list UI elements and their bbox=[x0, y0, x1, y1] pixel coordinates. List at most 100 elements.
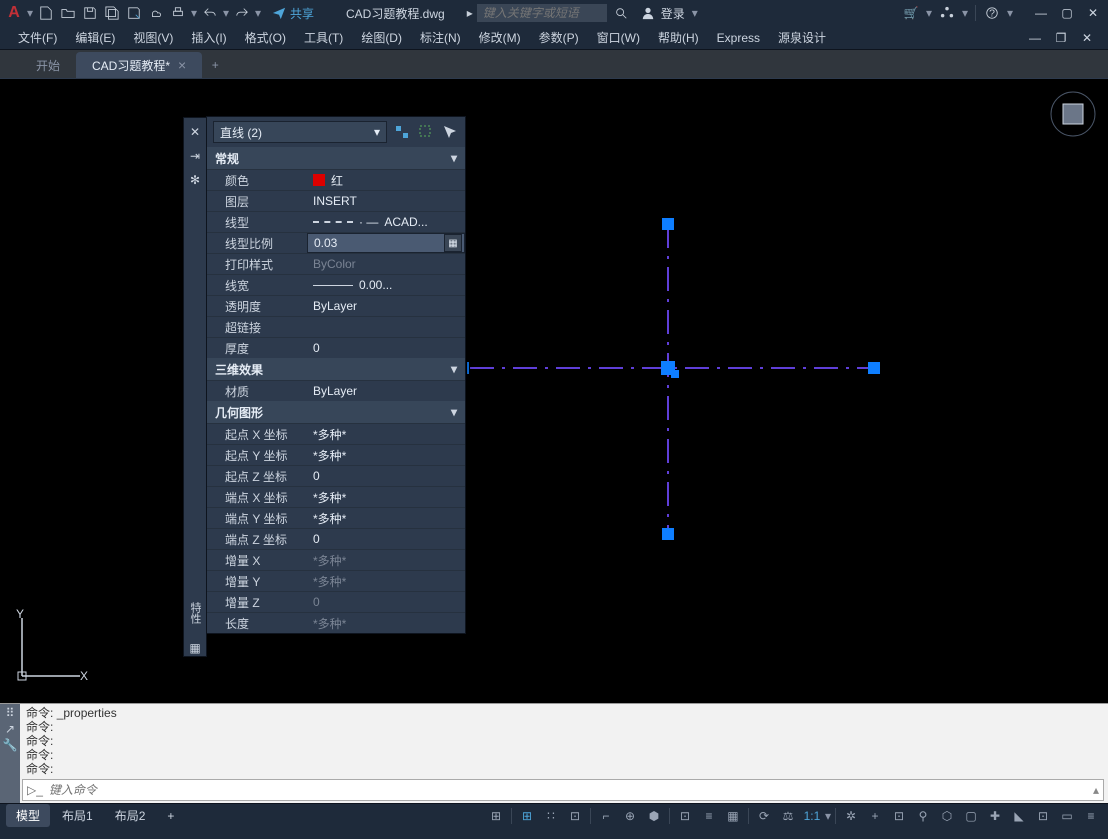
undo-icon[interactable] bbox=[200, 3, 220, 23]
open-icon[interactable] bbox=[58, 3, 78, 23]
model-paper-toggle[interactable]: ⊞ bbox=[485, 806, 507, 826]
doc-minimize-button[interactable]: — bbox=[1024, 29, 1046, 47]
annoscale-icon[interactable]: ⚖ bbox=[777, 806, 799, 826]
undo-dropdown[interactable]: ▾ bbox=[222, 3, 230, 23]
grid-icon[interactable]: ⊞ bbox=[516, 806, 538, 826]
polar-icon[interactable]: ⊕ bbox=[619, 806, 641, 826]
print-dropdown[interactable]: ▾ bbox=[190, 3, 198, 23]
iso-clean-icon[interactable]: ◣ bbox=[1008, 806, 1030, 826]
menu-file[interactable]: 文件(F) bbox=[10, 26, 65, 49]
cmd-settings-icon[interactable]: 🔧 bbox=[3, 738, 18, 752]
panel-calc-icon[interactable]: ▦ bbox=[187, 640, 203, 656]
close-button[interactable]: ✕ bbox=[1082, 4, 1104, 22]
menu-tools[interactable]: 工具(T) bbox=[296, 26, 351, 49]
print-icon[interactable] bbox=[168, 3, 188, 23]
prop-material[interactable]: ByLayer bbox=[307, 381, 465, 401]
app-menu-dropdown[interactable]: ▾ bbox=[26, 3, 34, 23]
saveall-icon[interactable] bbox=[102, 3, 122, 23]
gear-icon[interactable]: ✲ bbox=[840, 806, 862, 826]
cmd-expand-icon[interactable]: ▴ bbox=[1093, 783, 1099, 797]
menu-draw[interactable]: 绘图(D) bbox=[353, 26, 410, 49]
cycling-icon[interactable]: ⟳ bbox=[753, 806, 775, 826]
section-geometry[interactable]: 几何图形▾ bbox=[207, 401, 465, 423]
tab-close-icon[interactable]: × bbox=[178, 57, 186, 73]
panel-close-icon[interactable]: ✕ bbox=[187, 124, 203, 140]
tab-layout1[interactable]: 布局1 bbox=[52, 804, 103, 827]
prop-transparency[interactable]: ByLayer bbox=[307, 296, 465, 316]
panel-menu-icon[interactable]: ✻ bbox=[187, 172, 203, 188]
grip-endpoint[interactable] bbox=[662, 218, 674, 230]
infer-icon[interactable]: ⊡ bbox=[564, 806, 586, 826]
doc-restore-button[interactable]: ❐ bbox=[1050, 29, 1072, 47]
search-input[interactable] bbox=[477, 4, 607, 22]
tab-layout2[interactable]: 布局2 bbox=[105, 804, 156, 827]
menu-modify[interactable]: 修改(M) bbox=[471, 26, 529, 49]
doc-close-button[interactable]: ✕ bbox=[1076, 29, 1098, 47]
prop-thickness[interactable]: 0 bbox=[307, 338, 465, 358]
osnap-icon[interactable]: ⊡ bbox=[674, 806, 696, 826]
prop-lineweight[interactable]: 0.00... bbox=[307, 275, 465, 295]
grip-endpoint[interactable] bbox=[868, 362, 880, 374]
scale-label[interactable]: 1:1 bbox=[801, 806, 823, 826]
save-icon[interactable] bbox=[80, 3, 100, 23]
cmd-handle-icon[interactable]: ⠿ bbox=[6, 706, 15, 720]
menu-help[interactable]: 帮助(H) bbox=[650, 26, 707, 49]
iso-icon[interactable]: ⬢ bbox=[643, 806, 665, 826]
prop-starty[interactable]: *多种* bbox=[307, 445, 465, 465]
cleanscreen-icon[interactable]: ▭ bbox=[1056, 806, 1078, 826]
cart-icon[interactable]: 🛒 bbox=[901, 3, 921, 23]
plus-icon[interactable]: + bbox=[864, 806, 886, 826]
selection-dropdown[interactable]: 直线 (2)▾ bbox=[213, 121, 387, 143]
command-input[interactable] bbox=[49, 783, 1087, 797]
tab-start[interactable]: 开始 bbox=[20, 52, 76, 78]
lineweight-icon[interactable]: ≡ bbox=[698, 806, 720, 826]
ortho-icon[interactable]: ⌐ bbox=[595, 806, 617, 826]
toggle-pim-icon[interactable] bbox=[393, 123, 411, 141]
prop-hyperlink[interactable] bbox=[307, 317, 465, 337]
annomon-icon[interactable]: ⚲ bbox=[912, 806, 934, 826]
share-button[interactable]: 共享 bbox=[272, 5, 314, 22]
prop-endy[interactable]: *多种* bbox=[307, 508, 465, 528]
search-icon[interactable] bbox=[611, 3, 631, 23]
ws-icon[interactable]: ⊡ bbox=[888, 806, 910, 826]
lock-ui-icon[interactable]: ✚ bbox=[984, 806, 1006, 826]
menu-yuanquan[interactable]: 源泉设计 bbox=[770, 26, 834, 49]
section-3d[interactable]: 三维效果▾ bbox=[207, 358, 465, 380]
redo-dropdown[interactable]: ▾ bbox=[254, 3, 262, 23]
maximize-button[interactable]: ▢ bbox=[1056, 4, 1078, 22]
prop-linetype[interactable]: · — ACAD... bbox=[307, 212, 465, 232]
login-button[interactable]: 登录 ▾ bbox=[641, 3, 699, 23]
transparency-icon[interactable]: ▦ bbox=[722, 806, 744, 826]
prop-layer[interactable]: INSERT bbox=[307, 191, 465, 211]
units-icon[interactable]: ⬡ bbox=[936, 806, 958, 826]
menu-dimension[interactable]: 标注(N) bbox=[412, 26, 469, 49]
panel-pin-icon[interactable]: ⇥ bbox=[187, 148, 203, 164]
cloud-icon[interactable] bbox=[146, 3, 166, 23]
prop-endz[interactable]: 0 bbox=[307, 529, 465, 549]
apps-icon[interactable] bbox=[937, 3, 957, 23]
menu-format[interactable]: 格式(O) bbox=[237, 26, 294, 49]
menu-insert[interactable]: 插入(I) bbox=[183, 26, 234, 49]
snap-icon[interactable]: ∷ bbox=[540, 806, 562, 826]
menu-param[interactable]: 参数(P) bbox=[531, 26, 587, 49]
tab-model[interactable]: 模型 bbox=[6, 804, 50, 827]
saveas-icon[interactable] bbox=[124, 3, 144, 23]
prop-startx[interactable]: *多种* bbox=[307, 424, 465, 444]
prop-startz[interactable]: 0 bbox=[307, 466, 465, 486]
grip-endpoint[interactable] bbox=[662, 528, 674, 540]
menu-window[interactable]: 窗口(W) bbox=[589, 26, 648, 49]
selected-lines[interactable] bbox=[470, 224, 890, 547]
calc-icon[interactable]: ▦ bbox=[444, 234, 462, 252]
tab-add-button[interactable]: + bbox=[202, 52, 228, 78]
redo-icon[interactable] bbox=[232, 3, 252, 23]
qprops-icon[interactable]: ▢ bbox=[960, 806, 982, 826]
drawing-area[interactable]: X Y ✕ ⇥ ✻ 特性 ▦ bbox=[0, 78, 1108, 703]
tab-active-doc[interactable]: CAD习题教程* × bbox=[76, 52, 202, 78]
prop-color[interactable]: 红 bbox=[307, 170, 465, 190]
help-icon[interactable]: ? bbox=[982, 3, 1002, 23]
menu-express[interactable]: Express bbox=[709, 28, 768, 48]
cmd-history-icon[interactable]: ↗ bbox=[5, 722, 15, 736]
quick-select-icon[interactable] bbox=[417, 123, 435, 141]
search-expand-icon[interactable]: ▸ bbox=[467, 6, 473, 20]
pickset-icon[interactable] bbox=[441, 123, 459, 141]
